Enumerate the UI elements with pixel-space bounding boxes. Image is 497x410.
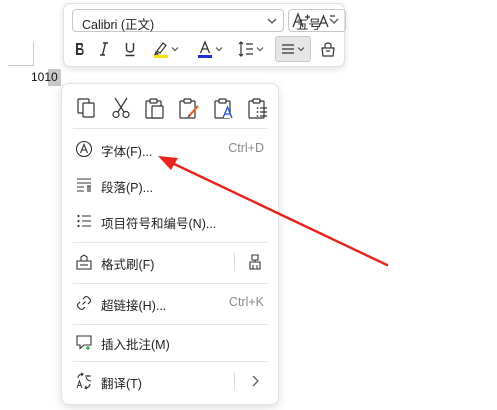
styles-basket-icon xyxy=(321,42,335,57)
paste-keep-format-button[interactable] xyxy=(177,96,201,120)
menu-divider xyxy=(73,361,267,362)
menu-item-hyperlink-label: 超链接(H)... xyxy=(101,299,167,313)
menu-item-format-painter-label: 格式刷(F) xyxy=(101,258,155,272)
paste-text-only-icon xyxy=(214,98,233,119)
menu-item-hyperlink-shortcut: Ctrl+K xyxy=(228,295,264,309)
chevron-down-icon xyxy=(267,18,277,24)
menu-item-format-painter[interactable]: 格式刷(F) xyxy=(62,246,278,278)
menu-divider xyxy=(73,324,267,325)
font-name-value: Calibri (正文) xyxy=(82,18,155,32)
line-spacing-button[interactable] xyxy=(234,37,268,61)
menu-item-comment-label: 插入批注(M) xyxy=(101,338,170,352)
menu-item-font[interactable]: 字体(F)... Ctrl+D xyxy=(62,133,278,165)
bullet-list-icon xyxy=(77,214,91,228)
align-button[interactable] xyxy=(275,36,311,62)
menu-item-bullets-label: 项目符号和编号(N)... xyxy=(101,217,217,231)
copy-icon xyxy=(77,98,95,118)
paste-keep-format-icon xyxy=(179,98,199,119)
grow-font-button[interactable] xyxy=(290,8,312,32)
paste-options-row xyxy=(62,84,278,128)
copy-button[interactable] xyxy=(74,96,98,120)
paint-brush-icon[interactable] xyxy=(246,253,264,271)
menu-divider xyxy=(73,242,267,243)
menu-item-paragraph-label: 段落(P)... xyxy=(101,181,154,195)
font-a-circle-icon xyxy=(75,140,93,158)
bold-button[interactable] xyxy=(70,37,90,61)
menu-divider xyxy=(73,128,267,129)
menu-item-translate-label: 翻译(T) xyxy=(101,377,142,391)
paste-text-only-button[interactable] xyxy=(212,96,236,120)
menu-item-paragraph[interactable]: 段落(P)... xyxy=(62,169,278,201)
context-menu: 字体(F)... Ctrl+D 段落(P)... 项目符号和编号(N)... 格… xyxy=(61,83,279,405)
paragraph-icon xyxy=(77,178,91,192)
menu-item-separator xyxy=(234,372,235,390)
document-text-content: 1010 xyxy=(31,70,58,84)
highlight-button[interactable] xyxy=(148,37,184,61)
chevron-down-icon xyxy=(171,47,179,52)
font-color-button[interactable] xyxy=(192,37,228,61)
chevron-down-icon xyxy=(215,47,223,52)
menu-item-bullets[interactable]: 项目符号和编号(N)... xyxy=(62,205,278,237)
translate-icon xyxy=(76,372,92,390)
chevron-down-icon xyxy=(297,47,305,52)
paste-list-button[interactable] xyxy=(246,96,270,120)
shrink-font-icon xyxy=(318,14,335,28)
scissors-icon xyxy=(112,97,130,119)
underline-button[interactable] xyxy=(120,37,140,61)
menu-item-font-label: 字体(F)... xyxy=(101,145,153,159)
italic-icon xyxy=(100,42,108,56)
comment-add-icon xyxy=(76,335,92,350)
cut-button[interactable] xyxy=(109,96,133,120)
menu-item-font-shortcut: Ctrl+D xyxy=(228,141,264,155)
format-painter-icon xyxy=(76,254,92,270)
font-name-combobox[interactable]: Calibri (正文) xyxy=(72,9,284,32)
italic-button[interactable] xyxy=(94,37,114,61)
font-color-icon xyxy=(198,40,212,58)
chevron-right-icon[interactable] xyxy=(246,372,264,390)
menu-item-hyperlink[interactable]: 超链接(H)... Ctrl+K xyxy=(62,287,278,319)
menu-item-separator xyxy=(234,253,235,271)
align-justify-icon xyxy=(282,44,294,54)
menu-divider xyxy=(73,283,267,284)
line-spacing-icon xyxy=(238,41,253,57)
menu-item-comment[interactable]: 插入批注(M) xyxy=(62,326,278,358)
grow-font-icon xyxy=(292,12,310,28)
document-text[interactable]: 1010 xyxy=(31,68,61,86)
underline-icon xyxy=(125,43,135,57)
highlighter-icon xyxy=(154,42,168,58)
menu-item-translate[interactable]: 翻译(T) xyxy=(62,365,278,397)
paste-list-icon xyxy=(248,98,267,119)
page-corner-mark-vertical xyxy=(33,42,34,66)
paste-icon xyxy=(145,98,164,119)
chevron-down-icon xyxy=(256,47,264,52)
shrink-font-button[interactable] xyxy=(316,8,338,32)
page-corner-mark-horizontal xyxy=(8,65,34,66)
paste-button[interactable] xyxy=(143,96,167,120)
styles-button[interactable] xyxy=(316,37,340,61)
link-icon xyxy=(76,295,92,311)
bold-icon xyxy=(76,43,84,55)
